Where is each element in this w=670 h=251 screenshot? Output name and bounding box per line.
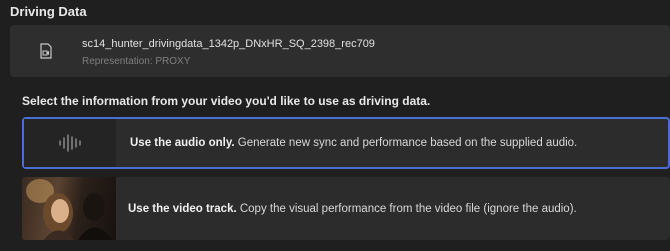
option-video-title: Use the video track. bbox=[128, 202, 237, 215]
video-file-icon bbox=[20, 25, 72, 77]
video-thumbnail bbox=[22, 177, 116, 240]
section-title: Driving Data bbox=[10, 4, 87, 19]
option-audio-only[interactable]: Use the audio only. Generate new sync an… bbox=[22, 117, 670, 169]
file-name: sc14_hunter_drivingdata_1342p_DNxHR_SQ_2… bbox=[82, 38, 375, 50]
option-audio-text: Use the audio only. Generate new sync an… bbox=[130, 137, 577, 149]
audio-waveform-icon bbox=[24, 119, 116, 167]
option-video-description: Copy the visual performance from the vid… bbox=[239, 202, 577, 215]
file-representation: Representation: PROXY bbox=[82, 56, 191, 67]
option-video-track[interactable]: Use the video track. Copy the visual per… bbox=[22, 177, 670, 240]
driving-file-card[interactable]: sc14_hunter_drivingdata_1342p_DNxHR_SQ_2… bbox=[10, 25, 670, 77]
option-audio-title: Use the audio only. bbox=[130, 137, 235, 149]
option-audio-description: Generate new sync and performance based … bbox=[237, 137, 578, 149]
instruction-text: Select the information from your video y… bbox=[22, 94, 431, 108]
option-video-text: Use the video track. Copy the visual per… bbox=[128, 203, 577, 215]
